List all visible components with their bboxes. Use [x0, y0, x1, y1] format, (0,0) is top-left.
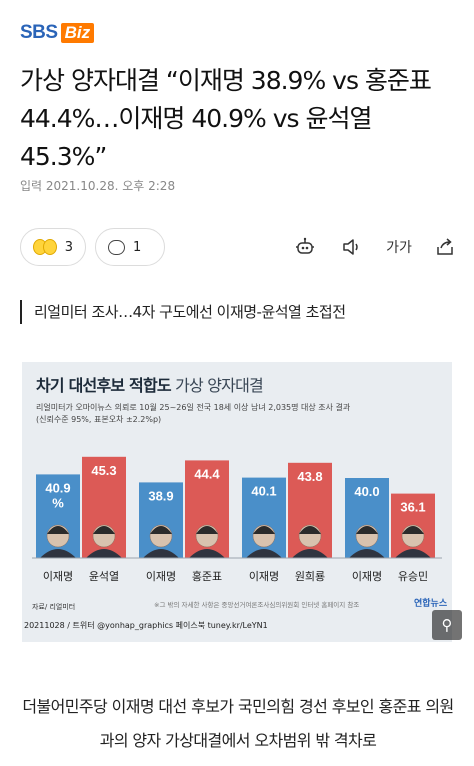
candidate-name-label: 유승민: [398, 570, 428, 583]
font-size-icon[interactable]: 가가: [386, 234, 412, 260]
comment-count: 1: [133, 239, 142, 255]
agency-logo: 연합뉴스: [414, 599, 448, 609]
figure-credit: 20211028 / 트위터 @yonhap_graphics 페이스북 tun…: [24, 621, 268, 630]
bar-value-label: 43.8: [297, 469, 322, 484]
article-headline: 가상 양자대결 “이재명 38.9% vs 홍준표 44.4%…이재명 40.9…: [20, 66, 432, 171]
candidate-name-label: 이재명: [249, 570, 279, 583]
candidate-name-label: 이재명: [43, 570, 73, 583]
candidate-name-label: 이재명: [352, 570, 382, 583]
logo-text-biz: Biz: [60, 23, 95, 43]
comment-button[interactable]: 1: [95, 228, 165, 266]
comment-bubble-icon: [108, 239, 125, 255]
candidate-name-label: 윤석열: [89, 570, 119, 583]
speaker-icon[interactable]: [338, 234, 364, 260]
robot-icon[interactable]: [292, 234, 318, 260]
laugh-face-icon: [42, 239, 57, 255]
candidate-name-label: 이재명: [146, 570, 176, 583]
bar-value-label: %: [52, 495, 64, 510]
reaction-count: 3: [64, 239, 73, 255]
bar-value-label: 40.1: [251, 484, 276, 499]
article-action-bar: 3 1 가가: [20, 228, 460, 268]
candidate-name-label: 원희룡: [295, 570, 325, 583]
bar-value-label: 44.4: [194, 466, 220, 481]
bar-value-label: 45.3: [91, 463, 116, 478]
logo-text-sbs: SBS: [20, 22, 58, 43]
sbs-biz-logo[interactable]: SBS Biz: [20, 22, 95, 44]
top-bar: SBS Biz: [0, 0, 474, 62]
bar-value-label: 36.1: [400, 500, 425, 515]
share-icon[interactable]: [432, 234, 458, 260]
bar-value-label: 40.9: [45, 480, 70, 495]
article-body: 더불어민주당 이재명 대선 후보가 국민의힘 경선 후보인 홍준표 의원과의 양…: [22, 697, 454, 750]
zoom-icon[interactable]: ⚲: [432, 610, 462, 640]
figure-footnote: ※그 밖의 자세한 사항은 중앙선거여론조사심의위원회 인터넷 홈페이지 참조: [154, 601, 360, 609]
figure-source: 자료/ 리얼미터: [32, 603, 76, 611]
candidate-name-label: 홍준표: [192, 569, 222, 583]
article-figure[interactable]: 차기 대선후보 적합도 가상 양자대결 리얼미터가 오마이뉴스 의뢰로 10월 …: [22, 362, 452, 642]
article-subhead: 리얼미터 조사…4자 구도에선 이재명-윤석열 초접전: [20, 300, 346, 324]
article-byline: 입력 2021.10.28. 오후 2:28: [20, 179, 176, 193]
reaction-button[interactable]: 3: [20, 228, 86, 266]
bar-value-label: 38.9: [148, 488, 173, 503]
bar-value-label: 40.0: [354, 484, 379, 499]
